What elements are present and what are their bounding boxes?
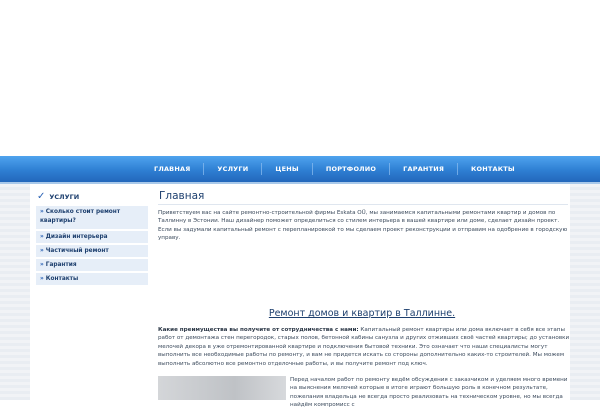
checkmark-icon: ✓ [37, 191, 46, 202]
benefits-lead: Какие преимущества вы получите от сотруд… [158, 327, 359, 333]
sidebar-item-interior-design[interactable]: » Дизайн интерьера [36, 231, 148, 244]
content-area: ✓ УСЛУГИ » Сколько стоит ремонт квартиры?… [30, 184, 570, 408]
nav-item-prices[interactable]: ЦЕНЫ [262, 156, 311, 182]
section-heading: Ремонт домов и квартир в Таллинне. [268, 308, 456, 319]
nav-item-guarantee[interactable]: ГАРАНТИЯ [390, 156, 457, 182]
sidebar: ✓ УСЛУГИ » Сколько стоит ремонт квартиры?… [33, 186, 148, 386]
arrow-right-icon: » [40, 276, 44, 282]
content-image [158, 376, 286, 400]
nav-separator [457, 163, 459, 175]
nav-separator [261, 163, 263, 175]
sidebar-item-label: Сколько стоит ремонт квартиры? [40, 209, 121, 224]
sidebar-item-guarantee[interactable]: » Гарантия [36, 259, 148, 272]
header-area [0, 0, 600, 156]
nav-separator [389, 163, 391, 175]
nav-separator [203, 163, 205, 175]
sidebar-title: ✓ УСЛУГИ [37, 190, 79, 204]
nav-list: ГЛАВНАЯ УСЛУГИ ЦЕНЫ ПОРТФОЛИО ГАРАНТИЯ К… [141, 156, 528, 182]
main-navigation: ГЛАВНАЯ УСЛУГИ ЦЕНЫ ПОРТФОЛИО ГАРАНТИЯ К… [0, 156, 600, 184]
sidebar-item-label: Контакты [45, 276, 79, 282]
benefits-paragraph: Какие преимущества вы получите от сотруд… [158, 326, 570, 368]
nav-item-portfolio[interactable]: ПОРТФОЛИО [313, 156, 389, 182]
sidebar-item-contacts[interactable]: » Контакты [36, 273, 148, 286]
title-divider [158, 204, 568, 205]
arrow-right-icon: » [40, 248, 44, 254]
nav-separator [311, 163, 313, 175]
arrow-right-icon: » [40, 209, 44, 215]
sidebar-item-label: Дизайн интерьера [45, 234, 108, 240]
sidebar-title-label: УСЛУГИ [49, 193, 80, 201]
arrow-right-icon: » [40, 234, 44, 240]
image-side-paragraph: Перед началом работ по ремонту ведём обс… [290, 377, 568, 409]
nav-item-contacts[interactable]: КОНТАКТЫ [458, 156, 528, 182]
arrow-right-icon: » [40, 262, 44, 268]
main-content: Главная Приветствуем вас на сайте ремонт… [154, 184, 570, 408]
sidebar-item-repair-cost[interactable]: » Сколько стоит ремонт квартиры? [36, 206, 148, 230]
sidebar-item-label: Частичный ремонт [45, 248, 109, 254]
sidebar-item-label: Гарантия [45, 262, 77, 268]
nav-item-services[interactable]: УСЛУГИ [204, 156, 261, 182]
nav-item-home[interactable]: ГЛАВНАЯ [141, 156, 203, 182]
page-title: Главная [159, 190, 205, 202]
sidebar-item-partial-repair[interactable]: » Частичный ремонт [36, 245, 148, 258]
intro-paragraph: Приветствуем вас на сайте ремонтно-строи… [158, 210, 568, 242]
